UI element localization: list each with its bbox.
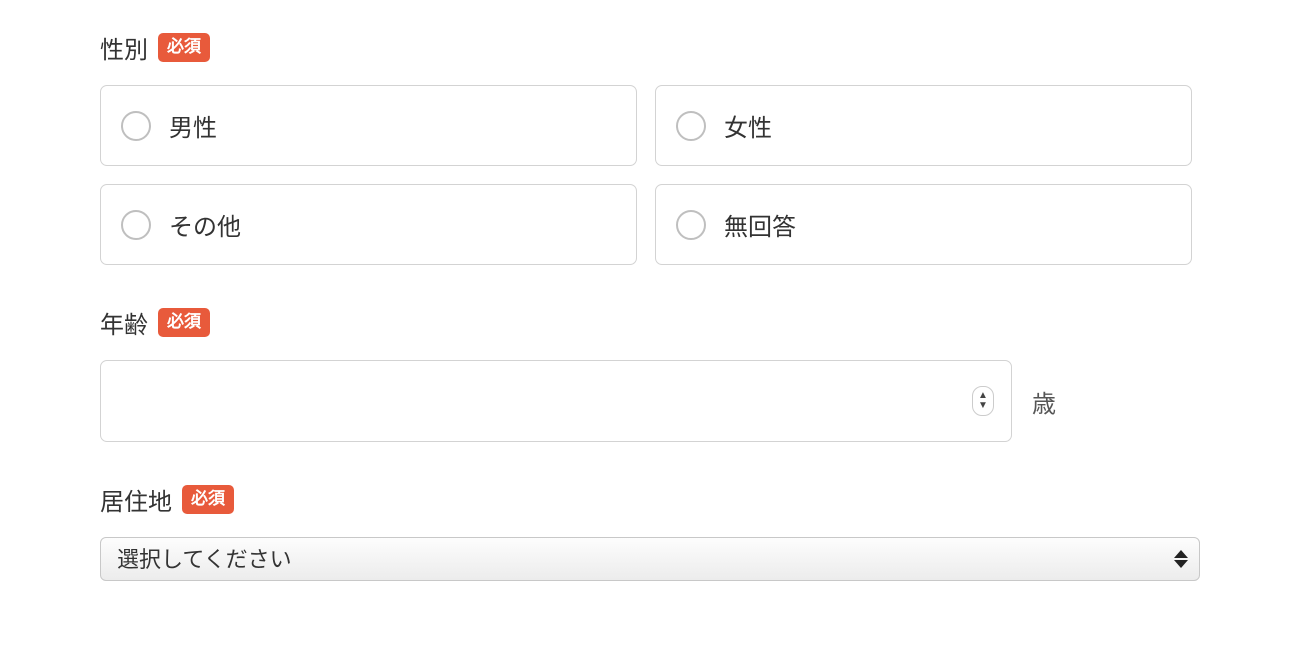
gender-section: 性別 必須 男性 女性 その他 無回答 <box>100 30 1192 265</box>
gender-label-row: 性別 必須 <box>100 30 1192 65</box>
gender-option-label: 男性 <box>169 108 217 143</box>
radio-icon <box>121 111 151 141</box>
residence-label-row: 居住地 必須 <box>100 482 1192 517</box>
required-badge: 必須 <box>158 33 210 61</box>
gender-option-other[interactable]: その他 <box>100 184 637 265</box>
residence-select[interactable]: 選択してください <box>100 537 1200 581</box>
required-badge: 必須 <box>158 308 210 336</box>
residence-label: 居住地 <box>100 482 172 517</box>
age-input[interactable] <box>100 360 1012 442</box>
gender-option-label: その他 <box>169 207 241 242</box>
gender-option-female[interactable]: 女性 <box>655 85 1192 166</box>
age-label-row: 年齢 必須 <box>100 305 1192 340</box>
residence-select-wrapper: 選択してください <box>100 537 1200 581</box>
age-input-row: ▲ ▼ 歳 <box>100 360 1192 442</box>
age-unit-label: 歳 <box>1032 384 1056 419</box>
gender-option-male[interactable]: 男性 <box>100 85 637 166</box>
gender-option-noanswer[interactable]: 無回答 <box>655 184 1192 265</box>
radio-icon <box>121 210 151 240</box>
age-input-wrapper: ▲ ▼ <box>100 360 1012 442</box>
radio-icon <box>676 210 706 240</box>
gender-option-label: 女性 <box>724 108 772 143</box>
required-badge: 必須 <box>182 485 234 513</box>
gender-radio-grid: 男性 女性 その他 無回答 <box>100 85 1192 265</box>
age-section: 年齢 必須 ▲ ▼ 歳 <box>100 305 1192 442</box>
gender-option-label: 無回答 <box>724 207 796 242</box>
age-label: 年齢 <box>100 305 148 340</box>
residence-section: 居住地 必須 選択してください <box>100 482 1192 581</box>
gender-label: 性別 <box>100 30 148 65</box>
radio-icon <box>676 111 706 141</box>
